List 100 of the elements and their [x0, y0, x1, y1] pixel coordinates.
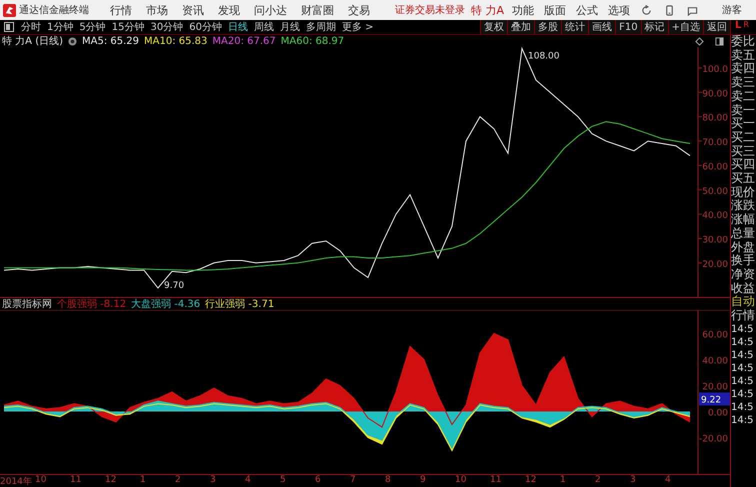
diamond-icon[interactable]	[695, 36, 704, 46]
period-tab[interactable]: 30分钟	[147, 20, 186, 34]
quote-field-label: 卖三	[731, 76, 756, 90]
trade-time: 14:5	[731, 336, 754, 349]
trade-time: 14:5	[731, 388, 754, 401]
toolbar-button[interactable]: 复权	[480, 20, 508, 34]
quote-field-label: 卖二	[731, 90, 756, 104]
toolbar-button[interactable]: +自选	[668, 20, 703, 34]
app-logo-icon	[3, 4, 16, 16]
quote-tab[interactable]: 行情	[731, 309, 756, 323]
quote-field-label: 买五	[731, 172, 756, 186]
period-tab[interactable]: 分时	[18, 20, 44, 34]
quote-field-label: 总量	[731, 226, 756, 241]
quote-field-label: 换手	[731, 254, 756, 268]
menu-item[interactable]: 交易	[341, 2, 377, 18]
time-axis-label: 12	[105, 475, 118, 487]
price-annotation: 108.00	[528, 51, 560, 62]
quote-field-label: 卖五	[731, 48, 756, 62]
axis-label: -20.00	[698, 434, 728, 445]
time-axis-label: 10	[455, 475, 468, 487]
panel-toggle-icon[interactable]	[4, 22, 14, 32]
ma-reading: MA10: 65.83	[144, 36, 208, 46]
indicator-legend: 个股强弱 -8.12	[57, 297, 126, 311]
quote-field-label: 涨跌	[731, 199, 756, 213]
toolbar-button[interactable]: 叠加	[507, 20, 534, 34]
phone-icon[interactable]	[664, 4, 675, 16]
axis-label: 20.00	[702, 260, 728, 270]
time-axis-label: 3	[210, 475, 217, 487]
time-axis-label: 4	[665, 475, 672, 487]
quote-field-label: 委比	[731, 35, 756, 49]
panel-icon[interactable]	[715, 36, 724, 46]
refresh-icon[interactable]	[641, 4, 652, 16]
menu-item[interactable]: 问小达	[247, 2, 294, 18]
time-axis-label: 2014年	[0, 476, 33, 487]
toolbar-button[interactable]: F10	[615, 20, 641, 34]
toolbar-button[interactable]: 画线	[588, 20, 616, 34]
trade-time: 14:5	[731, 348, 754, 362]
quote-field-label: 外盘	[731, 240, 756, 254]
menu-item[interactable]: 资讯	[175, 2, 211, 18]
toolbar-button[interactable]: 返回	[703, 20, 730, 34]
time-axis-label: 9	[420, 475, 427, 487]
axis-label: 30.00	[702, 236, 728, 246]
axis-label: 60.00	[702, 162, 728, 172]
ma-reading: MA5: 65.29	[82, 36, 140, 46]
ma-reading: MA20: 67.67	[212, 36, 276, 46]
axis-label: 0.00	[708, 408, 728, 419]
quote-field-label: 买三	[731, 144, 756, 158]
user-label[interactable]: 游客	[722, 3, 742, 17]
axis-label: 80.00	[702, 114, 728, 124]
mode-label[interactable]: 自动	[731, 295, 756, 310]
quote-field-label: 净资	[731, 268, 756, 282]
login-status: 证券交易未登录	[395, 4, 465, 17]
time-axis-label: 4	[245, 475, 252, 487]
toolbar-button[interactable]: 标记	[640, 20, 668, 34]
axis-label: 40.00	[702, 211, 728, 222]
period-tab[interactable]: 15分钟	[108, 20, 148, 34]
period-tab[interactable]: 多周期	[302, 20, 339, 34]
period-tab[interactable]: 周线	[250, 20, 277, 34]
time-axis-label: 11	[490, 475, 502, 487]
indicator-legend: 大盘强弱 -4.36	[131, 297, 200, 311]
settings-icon[interactable]	[68, 36, 78, 46]
time-axis-label: 1	[140, 475, 147, 487]
toolbar-button[interactable]: 统计	[561, 20, 588, 34]
message-icon[interactable]	[687, 4, 698, 16]
menu-item[interactable]: 版面	[539, 2, 571, 18]
menu-item[interactable]: 行情	[103, 2, 139, 18]
quote-field-label: 现价	[731, 186, 756, 199]
axis-label: 100.0	[702, 64, 728, 75]
menu-item[interactable]: 发现	[211, 2, 247, 18]
time-axis-label: 3	[630, 475, 637, 487]
menu-item[interactable]: 功能	[507, 2, 539, 18]
period-tab[interactable]: 月线	[276, 20, 303, 34]
period-tab[interactable]: 60分钟	[186, 20, 225, 34]
menu-item[interactable]: 财富圈	[294, 2, 341, 18]
time-axis-label: 12	[525, 475, 538, 487]
time-axis-label: 8	[385, 475, 392, 487]
period-tab[interactable]: 更多 >	[338, 20, 377, 34]
trade-time: 14:5	[731, 374, 754, 388]
trade-time: 14:5	[731, 362, 754, 375]
time-axis-label: 7	[350, 475, 357, 487]
toolbar-button[interactable]: 多股	[534, 20, 562, 34]
period-tab[interactable]: 1分钟	[44, 20, 76, 34]
time-axis-label: 2	[595, 475, 602, 487]
quote-field-label: 买一	[731, 117, 756, 131]
menu-item[interactable]: 市场	[139, 2, 175, 18]
trade-time: 14:5	[731, 400, 754, 414]
axis-label: 90.00	[702, 89, 728, 100]
menu-item[interactable]: 选项	[603, 2, 635, 18]
quote-field-label: 买四	[731, 158, 756, 172]
axis-label: 20.00	[702, 382, 728, 392]
menu-item[interactable]: 公式	[571, 2, 603, 18]
quote-field-label: 收益	[731, 282, 756, 295]
time-axis-label: 5	[280, 475, 287, 487]
axis-label: 70.00	[702, 138, 728, 148]
ma-reading: MA60: 68.97	[280, 36, 344, 46]
period-tab[interactable]: 日线	[224, 20, 251, 34]
axis-label: 50.00	[702, 186, 728, 197]
stock-name: 特 力A	[471, 2, 504, 18]
period-tab[interactable]: 5分钟	[76, 20, 109, 34]
price-annotation: 9.70	[164, 280, 184, 291]
